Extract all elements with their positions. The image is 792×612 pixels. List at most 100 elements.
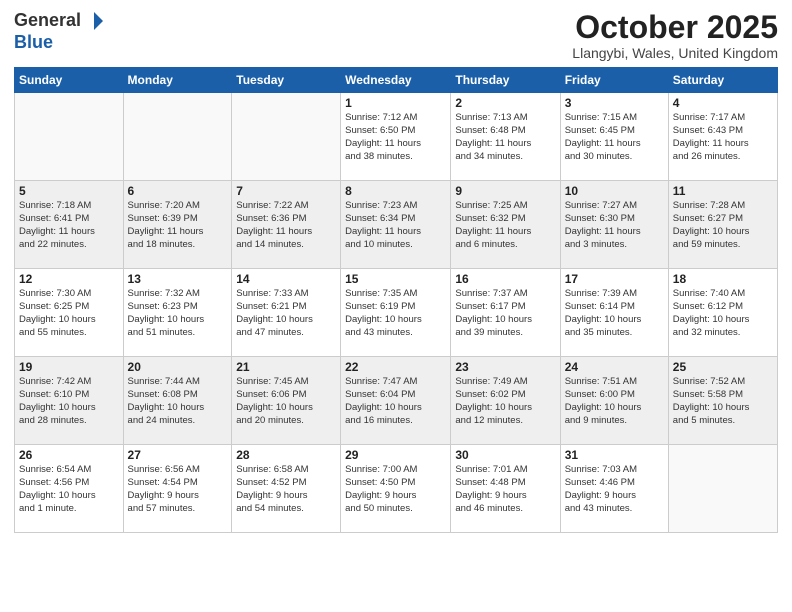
logo-blue: Blue bbox=[14, 32, 53, 52]
week-row-3: 12Sunrise: 7:30 AM Sunset: 6:25 PM Dayli… bbox=[15, 269, 778, 357]
day-cell: 13 Sunrise: 7:32 AM Sunset: 6:23 PM Dayli… bbox=[123, 269, 232, 357]
day-number: 2 bbox=[455, 96, 555, 110]
day-number: 17 bbox=[565, 272, 664, 286]
day-number: 27 bbox=[128, 448, 228, 462]
day-cell: 3Sunrise: 7:15 AM Sunset: 6:45 PM Daylig… bbox=[560, 93, 668, 181]
day-info: Sunrise: 7:00 AM Sunset: 4:50 PM Dayligh… bbox=[345, 464, 446, 515]
day-cell: 28 Sunrise: 6:58 AM Sunset: 4:52 PM Dayli… bbox=[232, 445, 341, 533]
logo-flag-icon bbox=[83, 10, 105, 32]
day-number: 4 bbox=[673, 96, 773, 110]
header-tuesday: Tuesday bbox=[232, 68, 341, 93]
day-number: 26 bbox=[19, 448, 119, 462]
day-number: 9 bbox=[455, 184, 555, 198]
day-number: 24 bbox=[565, 360, 664, 374]
day-number: 20 bbox=[128, 360, 228, 374]
day-number: 28 bbox=[236, 448, 336, 462]
day-info: Sunrise: 7:28 AM Sunset: 6:27 PM Dayligh… bbox=[673, 200, 773, 251]
day-cell: 15 Sunrise: 7:35 AM Sunset: 6:19 PM Dayli… bbox=[341, 269, 451, 357]
day-number: 11 bbox=[673, 184, 773, 198]
day-number: 13 bbox=[128, 272, 228, 286]
day-number: 10 bbox=[565, 184, 664, 198]
header: General Blue October 2025 Llangybi, Wale… bbox=[14, 10, 778, 61]
day-info: Sunrise: 7:35 AM Sunset: 6:19 PM Dayligh… bbox=[345, 288, 446, 339]
day-cell: 8 Sunrise: 7:23 AM Sunset: 6:34 PM Daylig… bbox=[341, 181, 451, 269]
day-info: Sunrise: 7:01 AM Sunset: 4:48 PM Dayligh… bbox=[455, 464, 555, 515]
day-number: 16 bbox=[455, 272, 555, 286]
day-cell: 22 Sunrise: 7:47 AM Sunset: 6:04 PM Dayli… bbox=[341, 357, 451, 445]
day-cell: 19 Sunrise: 7:42 AM Sunset: 6:10 PM Dayli… bbox=[15, 357, 124, 445]
day-info: Sunrise: 7:51 AM Sunset: 6:00 PM Dayligh… bbox=[565, 376, 664, 427]
header-monday: Monday bbox=[123, 68, 232, 93]
day-info: Sunrise: 7:23 AM Sunset: 6:34 PM Dayligh… bbox=[345, 200, 446, 251]
day-number: 30 bbox=[455, 448, 555, 462]
day-cell: 31 Sunrise: 7:03 AM Sunset: 4:46 PM Dayli… bbox=[560, 445, 668, 533]
day-cell: 10 Sunrise: 7:27 AM Sunset: 6:30 PM Dayli… bbox=[560, 181, 668, 269]
day-info: Sunrise: 7:47 AM Sunset: 6:04 PM Dayligh… bbox=[345, 376, 446, 427]
day-number: 29 bbox=[345, 448, 446, 462]
location: Llangybi, Wales, United Kingdom bbox=[572, 45, 778, 61]
day-info: Sunrise: 7:13 AM Sunset: 6:48 PM Dayligh… bbox=[455, 112, 555, 163]
weekday-header-row: Sunday Monday Tuesday Wednesday Thursday… bbox=[15, 68, 778, 93]
day-number: 7 bbox=[236, 184, 336, 198]
day-number: 31 bbox=[565, 448, 664, 462]
day-number: 5 bbox=[19, 184, 119, 198]
day-number: 14 bbox=[236, 272, 336, 286]
day-cell: 5 Sunrise: 7:18 AM Sunset: 6:41 PM Daylig… bbox=[15, 181, 124, 269]
logo: General Blue bbox=[14, 10, 105, 54]
day-info: Sunrise: 6:56 AM Sunset: 4:54 PM Dayligh… bbox=[128, 464, 228, 515]
day-number: 25 bbox=[673, 360, 773, 374]
day-cell: 16 Sunrise: 7:37 AM Sunset: 6:17 PM Dayli… bbox=[451, 269, 560, 357]
day-info: Sunrise: 7:33 AM Sunset: 6:21 PM Dayligh… bbox=[236, 288, 336, 339]
day-number: 23 bbox=[455, 360, 555, 374]
day-info: Sunrise: 7:17 AM Sunset: 6:43 PM Dayligh… bbox=[673, 112, 773, 163]
day-info: Sunrise: 7:22 AM Sunset: 6:36 PM Dayligh… bbox=[236, 200, 336, 251]
day-cell: 17 Sunrise: 7:39 AM Sunset: 6:14 PM Dayli… bbox=[560, 269, 668, 357]
day-cell: 12Sunrise: 7:30 AM Sunset: 6:25 PM Dayli… bbox=[15, 269, 124, 357]
day-number: 1 bbox=[345, 96, 446, 110]
day-cell: 18 Sunrise: 7:40 AM Sunset: 6:12 PM Dayli… bbox=[668, 269, 777, 357]
day-cell: 14 Sunrise: 7:33 AM Sunset: 6:21 PM Dayli… bbox=[232, 269, 341, 357]
day-info: Sunrise: 7:49 AM Sunset: 6:02 PM Dayligh… bbox=[455, 376, 555, 427]
day-cell bbox=[123, 93, 232, 181]
week-row-1: 1 Sunrise: 7:12 AM Sunset: 6:50 PM Daylig… bbox=[15, 93, 778, 181]
day-info: Sunrise: 7:32 AM Sunset: 6:23 PM Dayligh… bbox=[128, 288, 228, 339]
day-cell: 26 Sunrise: 6:54 AM Sunset: 4:56 PM Dayli… bbox=[15, 445, 124, 533]
day-number: 18 bbox=[673, 272, 773, 286]
header-friday: Friday bbox=[560, 68, 668, 93]
day-number: 22 bbox=[345, 360, 446, 374]
day-info: Sunrise: 7:45 AM Sunset: 6:06 PM Dayligh… bbox=[236, 376, 336, 427]
header-wednesday: Wednesday bbox=[341, 68, 451, 93]
title-block: October 2025 Llangybi, Wales, United Kin… bbox=[572, 10, 778, 61]
day-cell: 4 Sunrise: 7:17 AM Sunset: 6:43 PM Daylig… bbox=[668, 93, 777, 181]
day-info: Sunrise: 7:37 AM Sunset: 6:17 PM Dayligh… bbox=[455, 288, 555, 339]
day-number: 19 bbox=[19, 360, 119, 374]
day-info: Sunrise: 7:52 AM Sunset: 5:58 PM Dayligh… bbox=[673, 376, 773, 427]
day-info: Sunrise: 7:12 AM Sunset: 6:50 PM Dayligh… bbox=[345, 112, 446, 163]
day-info: Sunrise: 7:27 AM Sunset: 6:30 PM Dayligh… bbox=[565, 200, 664, 251]
day-cell: 2 Sunrise: 7:13 AM Sunset: 6:48 PM Daylig… bbox=[451, 93, 560, 181]
week-row-4: 19 Sunrise: 7:42 AM Sunset: 6:10 PM Dayli… bbox=[15, 357, 778, 445]
day-number: 6 bbox=[128, 184, 228, 198]
day-info: Sunrise: 7:18 AM Sunset: 6:41 PM Dayligh… bbox=[19, 200, 119, 251]
day-info: Sunrise: 7:30 AM Sunset: 6:25 PM Dayligh… bbox=[19, 288, 119, 339]
header-sunday: Sunday bbox=[15, 68, 124, 93]
day-cell: 7 Sunrise: 7:22 AM Sunset: 6:36 PM Daylig… bbox=[232, 181, 341, 269]
day-info: Sunrise: 7:42 AM Sunset: 6:10 PM Dayligh… bbox=[19, 376, 119, 427]
logo-general: General bbox=[14, 10, 81, 32]
day-info: Sunrise: 6:58 AM Sunset: 4:52 PM Dayligh… bbox=[236, 464, 336, 515]
day-cell: 6Sunrise: 7:20 AM Sunset: 6:39 PM Daylig… bbox=[123, 181, 232, 269]
day-info: Sunrise: 7:39 AM Sunset: 6:14 PM Dayligh… bbox=[565, 288, 664, 339]
header-saturday: Saturday bbox=[668, 68, 777, 93]
week-row-5: 26 Sunrise: 6:54 AM Sunset: 4:56 PM Dayli… bbox=[15, 445, 778, 533]
day-info: Sunrise: 7:40 AM Sunset: 6:12 PM Dayligh… bbox=[673, 288, 773, 339]
day-number: 21 bbox=[236, 360, 336, 374]
day-number: 8 bbox=[345, 184, 446, 198]
day-number: 15 bbox=[345, 272, 446, 286]
day-cell: 1 Sunrise: 7:12 AM Sunset: 6:50 PM Daylig… bbox=[341, 93, 451, 181]
day-cell bbox=[232, 93, 341, 181]
day-info: Sunrise: 7:25 AM Sunset: 6:32 PM Dayligh… bbox=[455, 200, 555, 251]
calendar-table: Sunday Monday Tuesday Wednesday Thursday… bbox=[14, 67, 778, 533]
day-info: Sunrise: 6:54 AM Sunset: 4:56 PM Dayligh… bbox=[19, 464, 119, 515]
day-info: Sunrise: 7:03 AM Sunset: 4:46 PM Dayligh… bbox=[565, 464, 664, 515]
day-cell: 29 Sunrise: 7:00 AM Sunset: 4:50 PM Dayli… bbox=[341, 445, 451, 533]
